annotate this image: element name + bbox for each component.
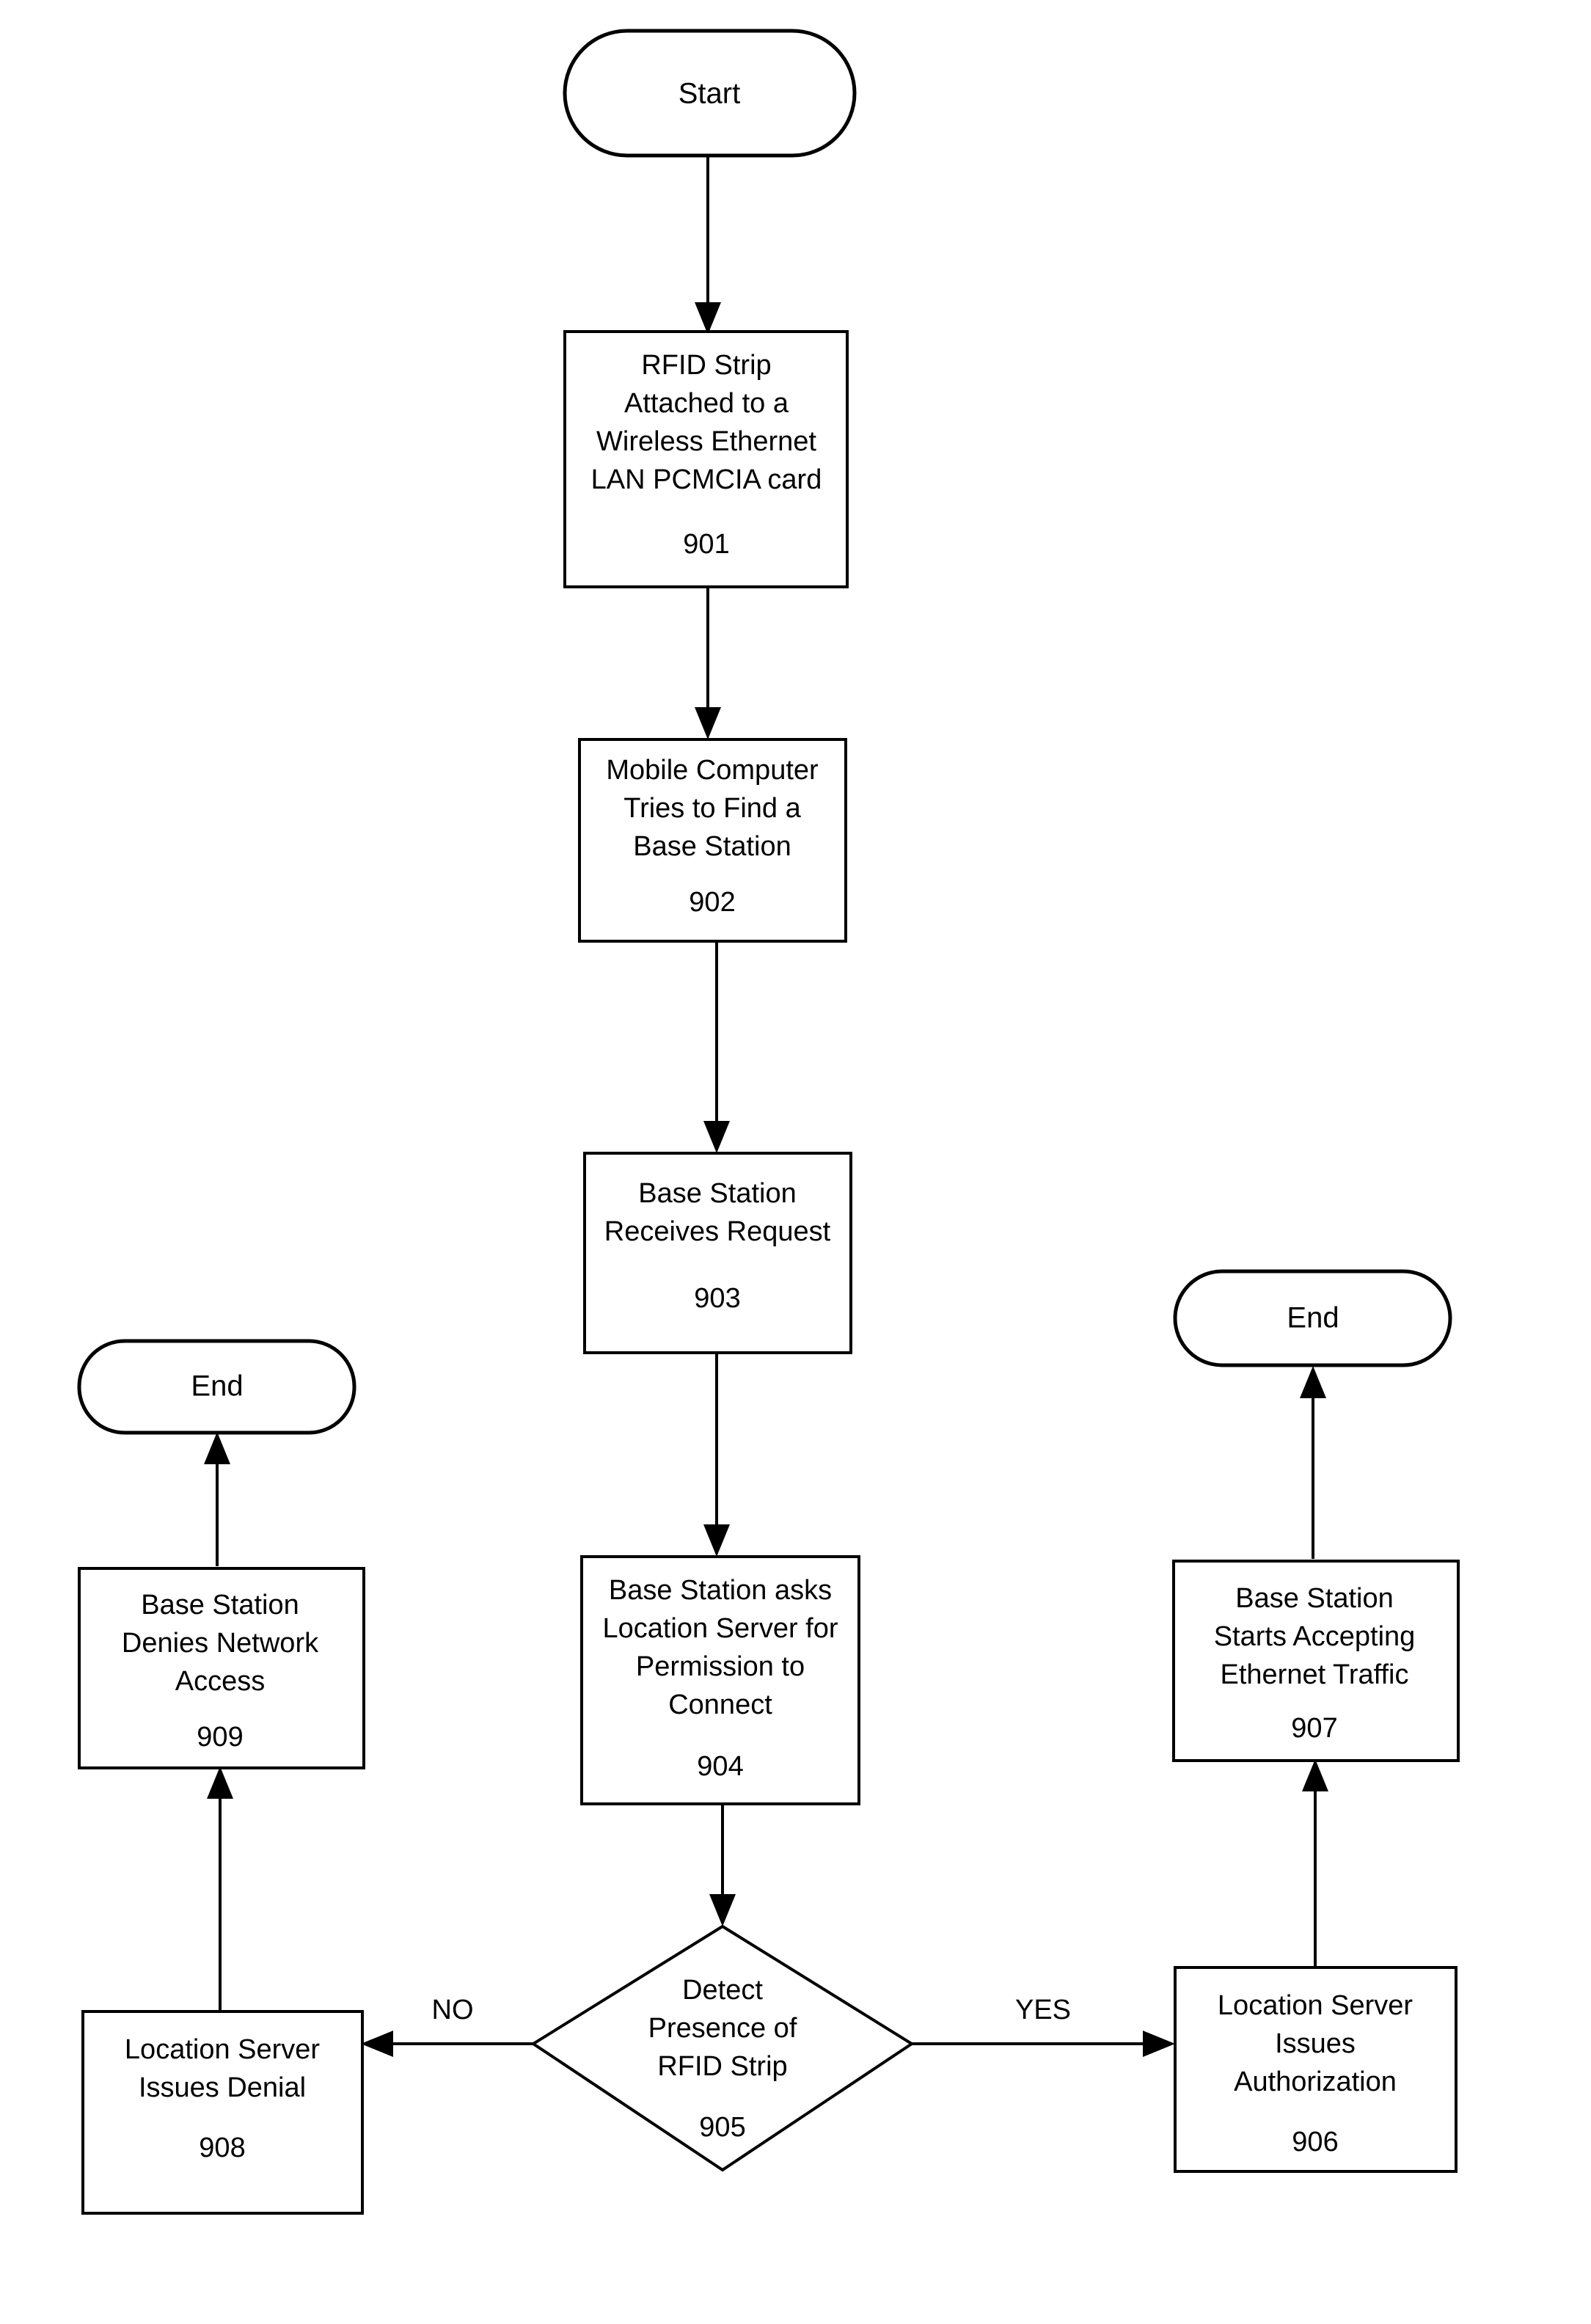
node-909-line1: Base Station <box>141 1590 299 1620</box>
node-909-line3: Access <box>175 1666 265 1697</box>
node-901[interactable]: RFID Strip Attached to a Wireless Ethern… <box>563 330 849 588</box>
node-906-line1: Location Server <box>1218 1990 1413 2021</box>
connector-907-to-end-right <box>1300 1366 1326 1559</box>
node-908[interactable]: Location Server Issues Denial 908 <box>81 2010 364 2215</box>
node-906-line2: Issues <box>1275 2028 1356 2059</box>
node-907[interactable]: Base Station Starts Accepting Ethernet T… <box>1172 1560 1460 1762</box>
node-905-ref: 905 <box>699 2112 745 2143</box>
node-909-line2: Denies Network <box>122 1628 319 1659</box>
node-907-line1: Base Station <box>1235 1583 1393 1614</box>
node-902-line3: Base Station <box>633 831 791 862</box>
connector-905-yes-to-906 <box>910 2031 1175 2057</box>
node-907-ref: 907 <box>1291 1713 1337 1744</box>
node-906[interactable]: Location Server Issues Authorization 906 <box>1174 1966 1457 2173</box>
flowchart-canvas: NO YES Start RFID Strip Attached to a Wi… <box>0 0 1591 2324</box>
node-901-line1: RFID Strip <box>641 350 771 381</box>
node-902-line1: Mobile Computer <box>606 755 819 786</box>
node-904-line3: Permission to <box>636 1651 805 1682</box>
node-904[interactable]: Base Station asks Location Server for Pe… <box>580 1555 860 1805</box>
node-905-line1: Detect <box>682 1975 763 2006</box>
connector-901-to-902 <box>695 587 721 739</box>
connector-904-to-905 <box>709 1801 736 1926</box>
connector-902-to-903 <box>703 939 730 1153</box>
node-end-left[interactable]: End <box>77 1339 356 1435</box>
node-start[interactable]: Start <box>563 29 857 158</box>
node-906-line3: Authorization <box>1234 2067 1397 2097</box>
node-908-ref: 908 <box>199 2133 245 2163</box>
node-907-line3: Ethernet Traffic <box>1221 1659 1409 1690</box>
node-904-line1: Base Station asks <box>609 1575 832 1606</box>
node-902[interactable]: Mobile Computer Tries to Find a Base Sta… <box>578 738 847 943</box>
node-907-line2: Starts Accepting <box>1214 1621 1416 1652</box>
node-908-line1: Location Server <box>125 2034 320 2065</box>
connector-906-to-907 <box>1302 1759 1328 1966</box>
node-903[interactable]: Base Station Receives Request 903 <box>583 1152 852 1354</box>
node-903-line2: Receives Request <box>604 1216 831 1247</box>
node-901-line4: LAN PCMCIA card <box>591 464 822 495</box>
node-908-line2: Issues Denial <box>139 2072 306 2103</box>
connector-903-to-904 <box>703 1350 730 1557</box>
node-902-ref: 902 <box>689 887 735 918</box>
node-905-line2: Presence of <box>648 2013 797 2044</box>
node-901-line2: Attached to a <box>624 388 789 419</box>
node-903-ref: 903 <box>694 1283 740 1314</box>
end-right-label: End <box>1287 1302 1339 1334</box>
node-909-ref: 909 <box>197 1722 243 1753</box>
node-909[interactable]: Base Station Denies Network Access 909 <box>78 1567 365 1769</box>
flowchart-svg: NO YES Start RFID Strip Attached to a Wi… <box>77 29 1460 2215</box>
node-901-ref: 901 <box>683 529 729 560</box>
node-905-line3: RFID Strip <box>657 2051 787 2082</box>
connector-908-to-909 <box>207 1766 233 2010</box>
node-end-right[interactable]: End <box>1173 1269 1452 1367</box>
start-label: Start <box>679 78 740 110</box>
node-904-ref: 904 <box>697 1751 743 1782</box>
connector-start-to-901 <box>695 156 721 335</box>
edge-label-no: NO <box>432 1995 474 2025</box>
node-901-line3: Wireless Ethernet <box>596 426 816 457</box>
node-902-line2: Tries to Find a <box>623 793 801 824</box>
node-905[interactable]: Detect Presence of RFID Strip 905 <box>530 1924 915 2172</box>
node-904-line4: Connect <box>668 1689 772 1720</box>
node-903-line1: Base Station <box>638 1178 796 1209</box>
connector-905-no-to-908 <box>361 2031 535 2057</box>
connector-909-to-end-left <box>204 1432 230 1566</box>
end-left-label: End <box>191 1370 243 1403</box>
edge-label-yes: YES <box>1015 1995 1071 2025</box>
node-904-line2: Location Server for <box>602 1613 838 1644</box>
node-906-ref: 906 <box>1292 2127 1338 2157</box>
